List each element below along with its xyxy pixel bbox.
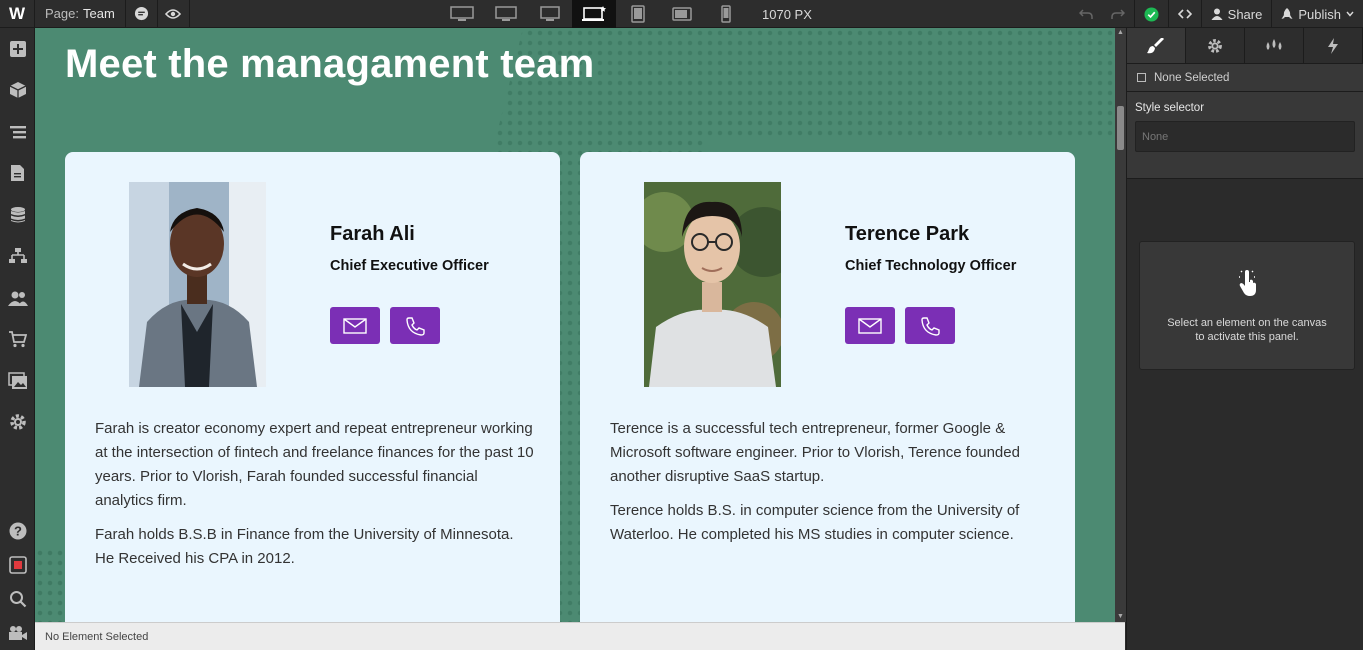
style-selector-input[interactable]: None (1135, 121, 1355, 152)
member-bio[interactable]: Terence is a successful tech entrepreneu… (610, 417, 1050, 557)
user-icon (1211, 8, 1223, 20)
sync-status-check-icon[interactable] (1133, 0, 1168, 28)
scroll-up-icon[interactable]: ▲ (1115, 28, 1126, 38)
scrollbar-thumb[interactable] (1117, 106, 1124, 150)
chevron-down-icon (1346, 11, 1354, 17)
canvas-width-readout[interactable]: 1070 PX (762, 7, 812, 22)
team-card-farah[interactable]: Farah Ali Chief Executive Officer Farah … (65, 152, 560, 622)
selection-checkbox[interactable] (1137, 73, 1146, 82)
help-icon[interactable]: ? (0, 514, 35, 548)
webflow-logo[interactable]: W (0, 0, 35, 28)
hint-line-1: Select an element on the canvas (1167, 317, 1327, 329)
redo-icon[interactable] (1102, 0, 1134, 28)
team-headline[interactable]: Meet the managament team (65, 42, 594, 87)
breakpoint-desktop-icon[interactable] (572, 0, 616, 28)
publish-label: Publish (1298, 6, 1341, 22)
none-selected-label: None Selected (1154, 71, 1230, 84)
tab-style-brush-icon[interactable] (1127, 28, 1186, 63)
breakpoint-large-icon[interactable] (528, 0, 572, 28)
tab-settings-gear-icon[interactable] (1186, 28, 1245, 63)
bio-paragraph: Terence holds B.S. in computer science f… (610, 502, 1020, 543)
page-name: Team (82, 6, 115, 21)
svg-text:?: ? (14, 524, 22, 539)
hint-text: Select an element on the canvas to activ… (1140, 316, 1354, 344)
page-label: Page: (45, 6, 79, 21)
member-title[interactable]: Chief Technology Officer (845, 258, 1016, 274)
phone-icon (406, 316, 425, 336)
contact-buttons (845, 307, 955, 344)
bio-paragraph: Farah holds B.S.B in Finance from the Un… (95, 526, 514, 567)
contact-buttons (330, 307, 440, 344)
email-button[interactable] (845, 307, 895, 344)
comments-icon[interactable] (126, 0, 158, 28)
search-icon[interactable] (0, 582, 35, 616)
share-button[interactable]: Share (1200, 0, 1272, 28)
team-card-terence[interactable]: Terence Park Chief Technology Officer Te… (580, 152, 1075, 622)
phone-icon (921, 316, 940, 336)
bio-paragraph: Terence is a successful tech entrepreneu… (610, 420, 1020, 485)
breakpoint-landscape-icon[interactable] (660, 0, 704, 28)
canvas-width-unit: PX (794, 6, 812, 22)
users-icon[interactable] (0, 277, 35, 319)
member-name[interactable]: Farah Ali (330, 223, 415, 246)
farah-photo[interactable] (129, 182, 266, 387)
cms-database-icon[interactable] (0, 194, 35, 236)
components-cube-icon[interactable] (0, 70, 35, 112)
select-element-hint: Select an element on the canvas to activ… (1139, 241, 1355, 370)
breakpoint-portrait-icon[interactable] (704, 0, 748, 28)
selection-status: No Element Selected (45, 630, 149, 643)
navigator-icon[interactable] (0, 111, 35, 153)
rocket-icon (1281, 7, 1293, 19)
tab-style-manager-drops-icon[interactable] (1245, 28, 1304, 63)
preview-eye-icon[interactable] (158, 0, 190, 28)
style-selector-label: Style selector (1135, 102, 1205, 114)
ecommerce-cart-icon[interactable] (0, 319, 35, 361)
assets-images-icon[interactable] (0, 360, 35, 402)
code-export-icon[interactable] (1167, 0, 1201, 28)
top-toolbar: W Page: Team 1070 PX Share Publish (0, 0, 1363, 28)
panel-tabs (1127, 28, 1363, 64)
pointer-click-icon (1140, 266, 1354, 300)
scroll-down-icon[interactable]: ▼ (1115, 612, 1126, 622)
envelope-icon (858, 317, 882, 334)
page-selector[interactable]: Page: Team (35, 0, 126, 28)
member-title[interactable]: Chief Executive Officer (330, 258, 489, 274)
email-button[interactable] (330, 307, 380, 344)
breakpoint-xl-icon[interactable] (484, 0, 528, 28)
left-sidebar-bottom: ? (0, 514, 35, 650)
left-sidebar: ? (0, 28, 35, 650)
envelope-icon (343, 317, 367, 334)
breakpoint-xxl-icon[interactable] (440, 0, 484, 28)
pages-icon[interactable] (0, 153, 35, 195)
share-label: Share (1227, 6, 1263, 22)
breakpoint-selector: 1070 PX (440, 0, 812, 28)
top-right-tools: Share Publish (1070, 0, 1363, 28)
publish-button[interactable]: Publish (1271, 0, 1363, 28)
add-elements-icon[interactable] (0, 28, 35, 70)
phone-button[interactable] (905, 307, 955, 344)
hint-line-2: to activate this panel. (1195, 331, 1299, 343)
video-tutorials-icon[interactable] (0, 616, 35, 650)
phone-button[interactable] (390, 307, 440, 344)
status-bar: No Element Selected (35, 622, 1125, 650)
none-selected-row[interactable]: None Selected (1127, 64, 1363, 92)
logic-flow-icon[interactable] (0, 236, 35, 278)
breakpoint-tablet-icon[interactable] (616, 0, 660, 28)
member-bio[interactable]: Farah is creator economy expert and repe… (95, 417, 535, 581)
terence-photo[interactable] (644, 182, 781, 387)
style-selector-section: Style selector None (1127, 92, 1363, 179)
canvas-width-value: 1070 (762, 6, 791, 22)
video-record-icon[interactable] (0, 548, 35, 582)
right-style-panel: None Selected Style selector None Select… (1126, 28, 1363, 650)
member-name[interactable]: Terence Park (845, 223, 969, 246)
undo-icon[interactable] (1070, 0, 1102, 28)
design-canvas[interactable]: Meet the managament team Farah Ali Chief… (35, 28, 1115, 622)
bio-paragraph: Farah is creator economy expert and repe… (95, 420, 534, 509)
canvas-scrollbar[interactable]: ▲ ▼ (1115, 28, 1126, 622)
tab-interactions-bolt-icon[interactable] (1304, 28, 1363, 63)
settings-gear-icon[interactable] (0, 402, 35, 444)
